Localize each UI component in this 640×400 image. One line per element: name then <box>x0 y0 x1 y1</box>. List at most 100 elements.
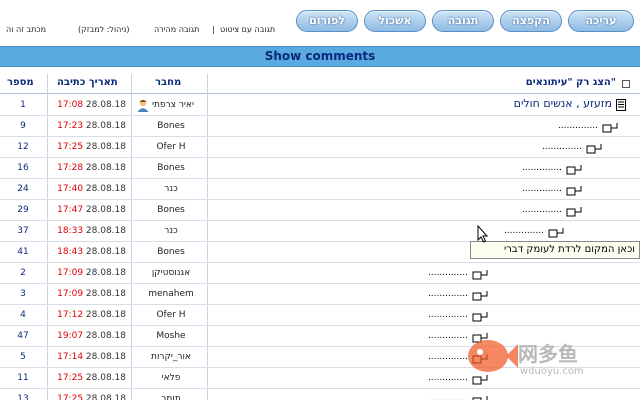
table-row[interactable]: 3 17:09 28.08.18 menahem.............. <box>0 284 640 305</box>
post-author[interactable]: menahem <box>134 289 208 299</box>
reply-link[interactable]: .............. <box>370 287 490 303</box>
journalists-filter-label[interactable]: הצג רק "עיתונאים" <box>526 77 616 88</box>
post-document-icon <box>616 99 626 111</box>
post-author[interactable]: Bones <box>134 205 208 215</box>
post-day: 28.08.18 <box>85 100 126 110</box>
post-author[interactable]: Ofer H <box>134 142 208 152</box>
user-avatar-icon <box>137 99 149 112</box>
post-day: 28.08.18 <box>85 310 126 320</box>
post-day: 28.08.18 <box>85 331 126 341</box>
post-date: 17:12 28.08.18 <box>52 310 126 320</box>
post-number: 12 <box>17 142 29 152</box>
forum-button[interactable]: לפורום <box>296 10 358 32</box>
table-row[interactable]: 16 17:28 28.08.18 Bones.............. <box>0 158 640 179</box>
post-date: 17:28 28.08.18 <box>52 163 126 173</box>
post-date: 17:08 28.08.18 <box>52 100 126 110</box>
reply-arrow-icon <box>472 291 488 301</box>
reply-arrow-icon <box>472 312 488 322</box>
reply-link[interactable]: .............. <box>370 308 490 324</box>
post-author[interactable]: Ofer H <box>134 310 208 320</box>
reply-link[interactable]: .............. <box>464 203 584 219</box>
post-number: 2 <box>20 268 26 278</box>
post-date: 17:25 28.08.18 <box>52 142 126 152</box>
table-row[interactable]: 2 17:09 28.08.18 אגנוסטיקן.............. <box>0 263 640 284</box>
post-title-link[interactable]: מזעזע , אנשים חולים <box>514 97 612 110</box>
reply-indent-dots: .............. <box>427 289 468 299</box>
post-date: 17:09 28.08.18 <box>52 289 126 299</box>
post-day: 28.08.18 <box>85 121 126 131</box>
reply-link[interactable]: .............. <box>484 140 604 156</box>
table-row[interactable]: 29 17:47 28.08.18 Bones.............. <box>0 200 640 221</box>
post-day: 28.08.18 <box>85 163 126 173</box>
mouse-cursor-icon <box>477 225 489 243</box>
post-time: 17:09 <box>57 268 84 278</box>
manage-link[interactable]: (ניהול: למבזק) <box>78 25 129 34</box>
post-day: 28.08.18 <box>85 247 126 257</box>
post-day: 28.08.18 <box>85 205 126 215</box>
reply-arrow-icon <box>586 144 602 154</box>
reply-arrow-icon <box>602 123 618 133</box>
post-author[interactable]: Moshe <box>134 331 208 341</box>
table-header: מספר תאריך כתיבה מחבר הצג רק "עיתונאים" <box>0 74 640 94</box>
post-date: 17:14 28.08.18 <box>52 352 126 362</box>
post-number: 4 <box>20 310 26 320</box>
post-number: 41 <box>17 247 29 257</box>
reply-link[interactable]: .............. <box>464 161 584 177</box>
post-time: 17:25 <box>57 142 84 152</box>
number-header[interactable]: מספר <box>7 77 34 88</box>
reply-link[interactable]: .............. <box>464 182 584 198</box>
post-author[interactable]: תומר <box>134 394 208 400</box>
post-author[interactable]: אור_יקרות <box>134 352 208 362</box>
post-time: 17:09 <box>57 289 84 299</box>
post-author[interactable]: Bones <box>134 121 208 131</box>
post-time: 17:14 <box>57 352 84 362</box>
reply-indent-dots: .............. <box>427 310 468 320</box>
thread-button[interactable]: אשכול <box>364 10 426 32</box>
print-link[interactable]: מכתב זה וה <box>6 25 46 34</box>
reply-indent-dots: .............. <box>521 163 562 173</box>
table-row[interactable]: 1 17:08 28.08.18 יאיר צרפתי מזעזע , אנשים ח… <box>0 95 640 116</box>
reply-link[interactable]: .............. <box>370 266 490 282</box>
edit-button[interactable]: עריכה <box>568 10 634 32</box>
post-number: 11 <box>17 373 29 383</box>
post-number: 1 <box>20 100 26 110</box>
reply-indent-dots: .............. <box>503 226 544 236</box>
post-author[interactable]: Bones <box>134 247 208 257</box>
post-author[interactable]: כנר <box>134 184 208 194</box>
post-author[interactable]: Bones <box>134 163 208 173</box>
reply-link[interactable]: .............. <box>446 224 566 240</box>
table-row[interactable]: 4 17:12 28.08.18 Ofer H.............. <box>0 305 640 326</box>
reply-link[interactable]: .............. <box>500 119 620 135</box>
post-number: 37 <box>17 226 29 236</box>
show-comments-bar[interactable]: Show comments <box>0 46 640 67</box>
post-author[interactable]: יאיר צרפתי <box>152 100 208 110</box>
post-day: 28.08.18 <box>85 268 126 278</box>
table-row[interactable]: 37 18:33 28.08.18 כנר.............. <box>0 221 640 242</box>
post-date: 18:43 28.08.18 <box>52 247 126 257</box>
post-number: 24 <box>17 184 29 194</box>
table-row[interactable]: 12 17:25 28.08.18 Ofer H.............. <box>0 137 640 158</box>
author-header[interactable]: מחבר <box>155 77 181 88</box>
journalists-filter-checkbox[interactable] <box>622 80 630 88</box>
post-date: 18:33 28.08.18 <box>52 226 126 236</box>
reply-indent-dots: .............. <box>521 184 562 194</box>
post-number: 29 <box>17 205 29 215</box>
post-author[interactable]: כנר <box>134 226 208 236</box>
table-row[interactable]: 24 17:40 28.08.18 כנר.............. <box>0 179 640 200</box>
reply-arrow-icon <box>566 186 582 196</box>
reply-indent-dots: .............. <box>557 121 598 131</box>
post-time: 17:08 <box>57 100 84 110</box>
bump-button[interactable]: הקפצה <box>500 10 562 32</box>
reply-button[interactable]: תגובה <box>432 10 494 32</box>
post-number: 9 <box>20 121 26 131</box>
quick-reply-link[interactable]: תגובה מהירה <box>154 25 199 34</box>
post-time: 18:43 <box>57 247 84 257</box>
table-row[interactable]: 9 17:23 28.08.18 Bones.............. <box>0 116 640 137</box>
post-time: 17:40 <box>57 184 84 194</box>
post-author[interactable]: פלאי <box>134 373 208 383</box>
date-header[interactable]: תאריך כתיבה <box>57 77 118 88</box>
post-day: 28.08.18 <box>85 226 126 236</box>
show-comments-label: Show comments <box>264 49 376 63</box>
quote-reply-link[interactable]: תגובה עם ציטוט <box>220 25 275 34</box>
post-author[interactable]: אגנוסטיקן <box>134 268 208 278</box>
